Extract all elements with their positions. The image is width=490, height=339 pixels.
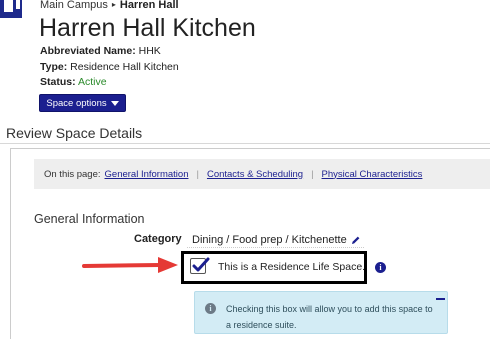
brand-logo[interactable] — [0, 0, 30, 18]
space-options-label: Space options — [46, 97, 107, 109]
nav-link-contacts-scheduling[interactable]: Contacts & Scheduling — [207, 169, 303, 180]
status-row: Status: Active — [40, 76, 107, 88]
info-icon[interactable]: i — [375, 262, 386, 273]
status-value: Active — [77, 76, 107, 88]
abbreviated-name-value: HHK — [138, 45, 161, 57]
breadcrumb-item-campus[interactable]: Main Campus — [40, 0, 108, 11]
category-value: Dining / Food prep / Kitchenette — [192, 233, 347, 246]
notice-text: Checking this box will allow you to add … — [226, 304, 433, 330]
section-title: Review Space Details — [6, 125, 143, 141]
type-value: Residence Hall Kitchen — [70, 61, 179, 73]
general-information-heading: General Information — [34, 212, 145, 226]
nav-divider: | — [311, 168, 314, 180]
page: Main Campus ▸ Harren Hall Harren Hall Kitc… — [0, 0, 490, 339]
red-arrow-annotation — [82, 257, 178, 273]
breadcrumb: Main Campus ▸ Harren Hall — [40, 0, 179, 11]
nav-link-general-information[interactable]: General Information — [105, 169, 189, 180]
abbreviated-name-row: Abbreviated Name: HHK — [40, 45, 161, 57]
nav-divider: | — [196, 168, 199, 180]
breadcrumb-item-building[interactable]: Harren Hall — [120, 0, 179, 11]
breadcrumb-separator: ▸ — [111, 0, 116, 9]
info-notice: i Checking this box will allow you to ad… — [194, 291, 448, 334]
pencil-icon[interactable] — [351, 235, 361, 245]
space-options-button[interactable]: Space options — [39, 94, 126, 112]
caret-down-icon — [110, 100, 119, 106]
on-this-page-label: On this page: — [44, 168, 101, 180]
category-field[interactable]: Dining / Food prep / Kitchenette — [187, 232, 364, 248]
status-label: Status: — [40, 76, 76, 88]
type-label: Type: — [40, 61, 68, 73]
page-title: Harren Hall Kitchen — [39, 14, 256, 42]
type-row: Type: Residence Hall Kitchen — [40, 61, 179, 73]
residence-life-checkbox[interactable] — [190, 257, 210, 274]
on-this-page-nav: On this page: General Information | Cont… — [34, 159, 490, 189]
check-icon — [192, 257, 210, 272]
collapse-notice-button[interactable] — [436, 298, 445, 300]
nav-link-physical-characteristics[interactable]: Physical Characteristics — [322, 169, 423, 180]
residence-life-label[interactable]: This is a Residence Life Space. — [218, 261, 365, 273]
section-divider — [0, 143, 490, 144]
abbreviated-name-label: Abbreviated Name: — [40, 45, 136, 57]
info-icon: i — [205, 303, 216, 314]
category-label: Category — [134, 233, 182, 245]
